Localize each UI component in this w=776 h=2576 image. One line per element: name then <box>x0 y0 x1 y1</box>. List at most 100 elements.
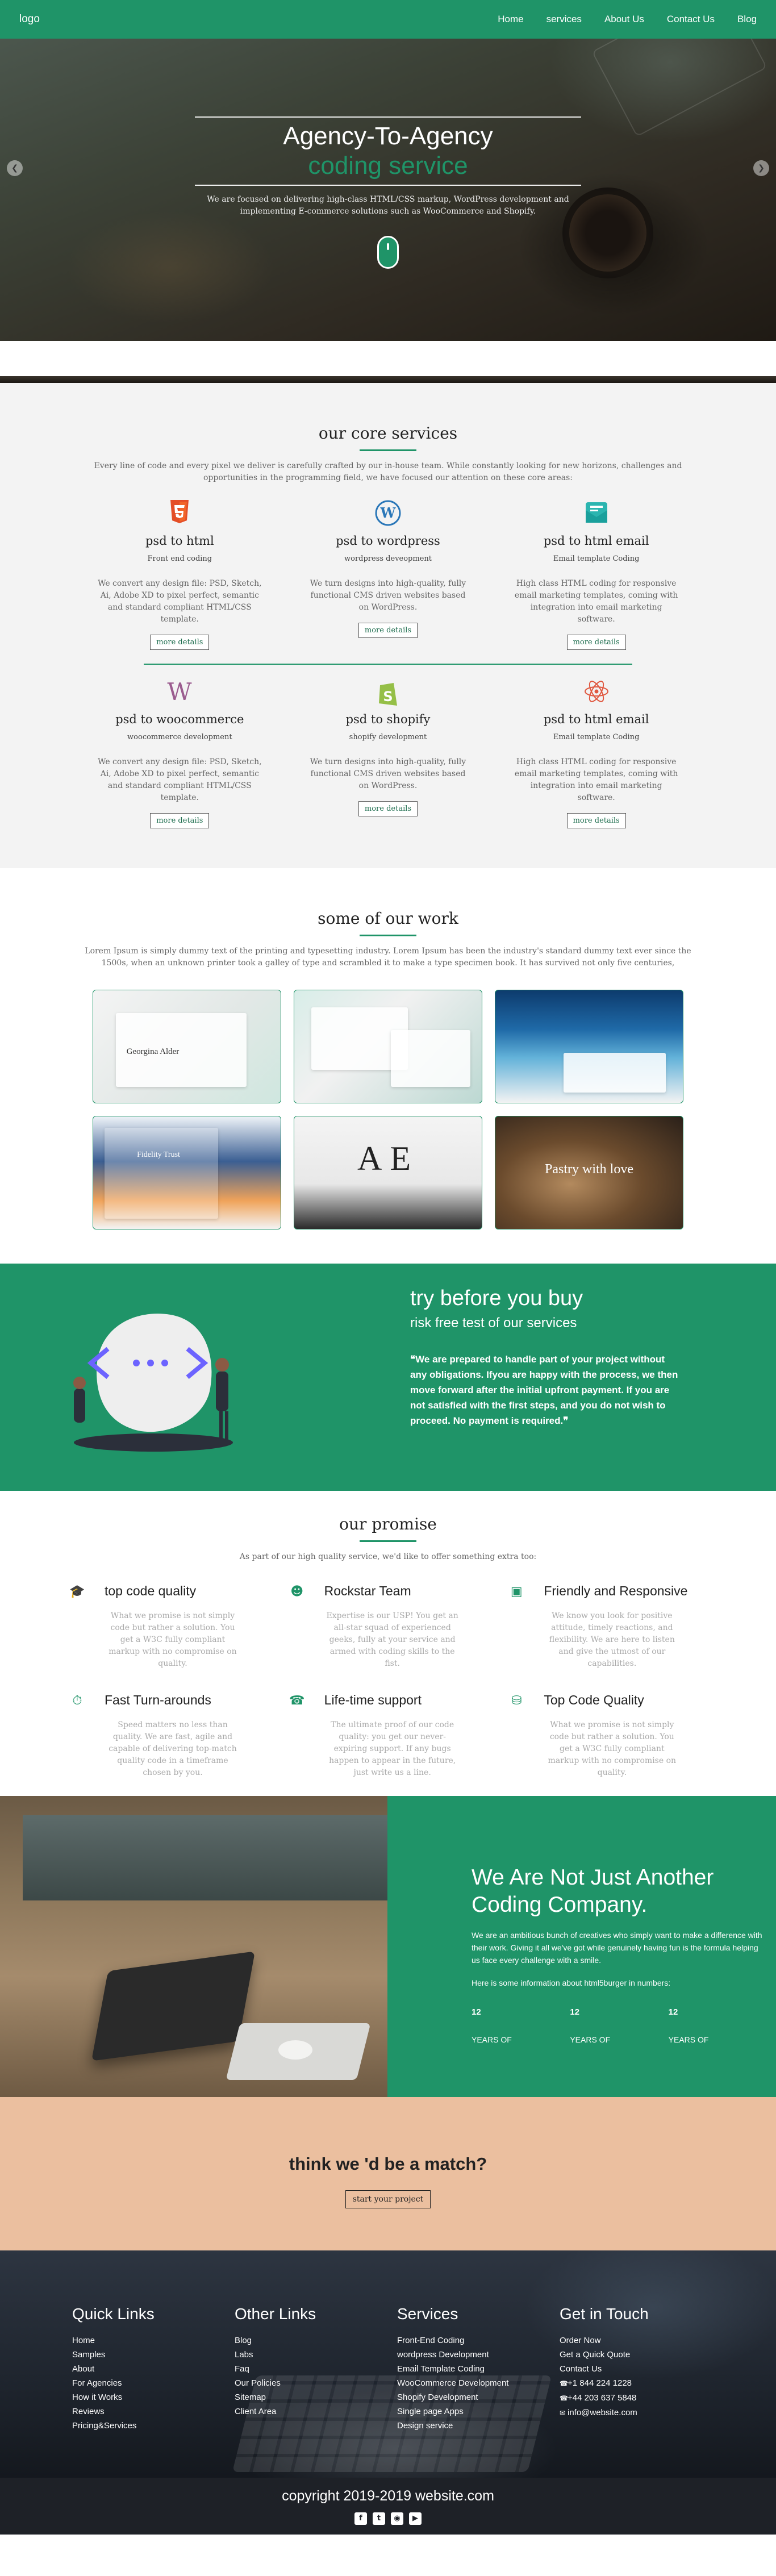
facebook-icon[interactable]: f <box>354 2512 367 2525</box>
phone-icon: ☎ <box>560 2394 568 2402</box>
portfolio-item[interactable] <box>495 990 683 1103</box>
speedometer-icon: ⏱ <box>72 1694 82 1708</box>
portfolio-section: some of our work Lorem Ipsum is simply d… <box>0 868 776 1264</box>
cta-section: think we 'd be a match? start your proje… <box>0 2097 776 2250</box>
more-details-button[interactable]: more details <box>358 623 418 638</box>
footer-col-title: Other Links <box>235 2305 316 2323</box>
footer-link[interactable]: Order Now <box>560 2333 722 2348</box>
portfolio-caption: Pastry with love <box>545 1162 633 1177</box>
promise-item: ▣ Friendly and Responsive We know you lo… <box>506 1583 709 1670</box>
service-title: psd to html email <box>543 712 649 726</box>
service-subtitle: shopify development <box>349 733 427 741</box>
footer-link[interactable]: Client Area <box>235 2404 397 2419</box>
portfolio-item[interactable]: Fidelity Trust <box>93 1116 281 1229</box>
mail-icon: ✉ <box>560 2409 566 2417</box>
footer-link[interactable]: Reviews <box>72 2404 235 2419</box>
email-template-icon <box>514 500 679 528</box>
instagram-icon[interactable]: ◉ <box>391 2512 403 2525</box>
more-details-button[interactable]: more details <box>566 635 626 650</box>
svg-text:W: W <box>380 505 397 521</box>
nav-item-about[interactable]: About Us <box>604 14 644 25</box>
title-underline <box>360 935 416 936</box>
service-title: psd to wordpress <box>336 534 440 548</box>
social-links: f t ◉ ▶ <box>0 2512 776 2525</box>
portfolio-item[interactable]: Pastry with love <box>495 1116 683 1229</box>
service-title: psd to html email <box>543 534 649 548</box>
phone-number: +44 203 637 5848 <box>568 2393 637 2403</box>
footer-link[interactable]: Design service <box>397 2419 560 2433</box>
promise-item-text: What we promise is not simply code but r… <box>109 1611 237 1668</box>
footer-link[interactable]: Blog <box>235 2333 397 2348</box>
footer-link[interactable]: Labs <box>235 2348 397 2362</box>
database-icon: ⛁ <box>511 1694 522 1708</box>
open-quote-icon: ❝ <box>410 1354 416 1365</box>
more-details-button[interactable]: more details <box>150 635 210 650</box>
promise-item-text: What we promise is not simply code but r… <box>548 1720 677 1777</box>
promise-item: 🎓 top code quality What we promise is no… <box>67 1583 270 1670</box>
promise-item: ☻ Rockstar Team Expertise is our USP! Yo… <box>287 1583 490 1670</box>
svg-text:S: S <box>383 689 393 705</box>
footer-link[interactable]: Shopify Development <box>397 2390 560 2404</box>
team-illustration <box>73 1314 233 1452</box>
try-text-block: try before you buy risk free test of our… <box>410 1286 683 1428</box>
footer-phone-link[interactable]: ☎+44 203 637 5848 <box>560 2391 722 2406</box>
nav-item-blog[interactable]: Blog <box>737 14 757 25</box>
youtube-icon[interactable]: ▶ <box>409 2512 422 2525</box>
portfolio-item[interactable]: Georgina Alder <box>93 990 281 1103</box>
stat-number: 12 <box>668 2007 678 2017</box>
service-card: W psd to woocommerce woocommerce develop… <box>76 678 284 828</box>
promise-grid: 🎓 top code quality What we promise is no… <box>67 1583 709 1779</box>
portfolio-title: some of our work <box>318 909 458 928</box>
nav-item-contact[interactable]: Contact Us <box>667 14 715 25</box>
service-card: psd to html Front end coding We convert … <box>76 500 284 650</box>
service-card: psd to html email Email template Coding … <box>492 500 700 650</box>
footer-link[interactable]: Front-End Coding <box>397 2333 560 2348</box>
more-details-button[interactable]: more details <box>150 813 210 828</box>
about-text-panel: We Are Not Just Another Coding Company. … <box>387 1796 776 2097</box>
footer-link[interactable]: Pricing&Services <box>72 2419 235 2433</box>
footer-link[interactable]: Get a Quick Quote <box>560 2348 722 2362</box>
footer-link[interactable]: For Agencies <box>72 2376 235 2390</box>
footer-link[interactable]: About <box>72 2362 235 2376</box>
footer-link[interactable]: How it Works <box>72 2390 235 2404</box>
core-services-intro: Every line of code and every pixel we de… <box>94 461 682 482</box>
portfolio-item[interactable]: AE <box>294 1116 482 1229</box>
hero-subtitle: coding service <box>308 152 468 180</box>
mockup-window <box>564 1053 666 1093</box>
footer-phone-link[interactable]: ☎+1 844 224 1228 <box>560 2376 722 2391</box>
html5-icon <box>97 500 262 528</box>
footer-link[interactable]: Contact Us <box>560 2362 722 2376</box>
start-project-button[interactable]: start your project <box>345 2190 431 2208</box>
hero-title: Agency-To-Agency <box>283 122 493 150</box>
phone-number: +1 844 224 1228 <box>568 2378 632 2388</box>
phone-icon: ☎ <box>560 2379 568 2387</box>
footer-link[interactable]: Sitemap <box>235 2390 397 2404</box>
nav-item-services[interactable]: services <box>546 14 582 25</box>
separator-band <box>0 341 776 376</box>
scroll-down-mouse-icon[interactable] <box>377 236 399 269</box>
stat-label: YEARS OF <box>668 2035 709 2044</box>
more-details-button[interactable]: more details <box>566 813 626 828</box>
email-address: info@website.com <box>568 2408 637 2417</box>
twitter-icon[interactable]: t <box>373 2512 385 2525</box>
footer-link[interactable]: wordpress Development <box>397 2348 560 2362</box>
copyright-bar: copyright 2019-2019 website.com f t ◉ ▶ <box>0 2478 776 2535</box>
stat-item: 12 YEARS OF <box>570 2007 668 2044</box>
footer-link[interactable]: Home <box>72 2333 235 2348</box>
footer-link[interactable]: WooCommerce Development <box>397 2376 560 2390</box>
footer-link[interactable]: Faq <box>235 2362 397 2376</box>
footer-link[interactable]: Email Template Coding <box>397 2362 560 2376</box>
footer-link[interactable]: Single page Apps <box>397 2404 560 2419</box>
nav-item-home[interactable]: Home <box>498 14 523 25</box>
footer-link[interactable]: Samples <box>72 2348 235 2362</box>
logo[interactable]: logo <box>19 13 40 26</box>
hero-content: Agency-To-Agency coding service We are f… <box>0 116 776 269</box>
stat-number: 12 <box>472 2007 481 2017</box>
footer-link[interactable]: Our Policies <box>235 2376 397 2390</box>
portfolio-item[interactable] <box>294 990 482 1103</box>
more-details-button[interactable]: more details <box>358 801 418 816</box>
portfolio-grid: Georgina Alder Fidelity Trust AE Pastry … <box>93 990 683 1229</box>
promise-intro: As part of our high quality service, we'… <box>239 1552 537 1561</box>
hero-top-rule <box>195 116 581 118</box>
footer-email-link[interactable]: ✉ info@website.com <box>560 2406 722 2420</box>
